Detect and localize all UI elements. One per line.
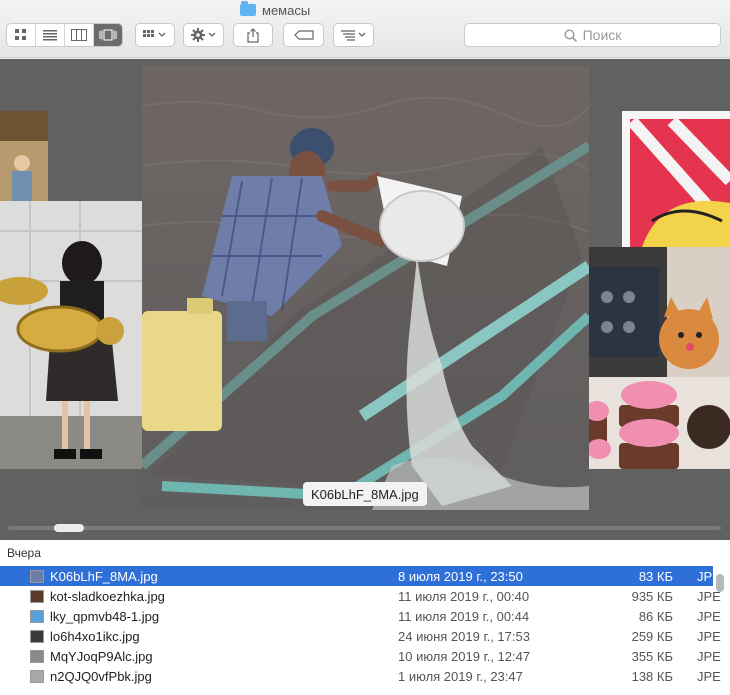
file-thumbnail-icon	[30, 629, 44, 643]
icon-view-icon	[15, 29, 26, 40]
file-thumbnail-icon	[30, 609, 44, 623]
file-size: 86 КБ	[638, 608, 673, 624]
share-icon	[247, 27, 259, 43]
file-name: K06bLhF_8MA.jpg	[50, 568, 158, 584]
column-view-icon	[71, 29, 87, 41]
action-button[interactable]	[183, 23, 224, 47]
file-kind: JPE	[697, 648, 721, 664]
file-date: 10 июля 2019 г., 12:47	[398, 648, 531, 664]
coverflow-area: K06bLhF_8MA.jpg	[0, 59, 730, 540]
search-placeholder: Поиск	[582, 27, 622, 43]
file-row[interactable]: n2QJQ0vfPbk.jpg 1 июля 2019 г., 23:47 13…	[0, 666, 721, 686]
file-thumbnail-icon	[30, 649, 44, 663]
file-kind: JPE	[697, 608, 721, 624]
cover-thumbnail-cartoon[interactable]	[622, 111, 730, 247]
file-date: 24 июня 2019 г., 17:53	[398, 628, 530, 644]
file-size: 259 КБ	[631, 628, 673, 644]
grid-arrange-icon	[143, 30, 166, 37]
column-view-button[interactable]	[65, 24, 94, 46]
finder-toolbar: мемасы Поиск	[0, 0, 730, 58]
coverflow-scrollbar[interactable]	[8, 526, 721, 530]
cover-thumbnail-cupcakes[interactable]	[589, 377, 730, 469]
coverflow-caption: K06bLhF_8MA.jpg	[303, 482, 427, 506]
file-date: 1 июля 2019 г., 23:47	[398, 668, 523, 684]
list-view-button[interactable]	[36, 24, 65, 46]
file-row[interactable]: MqYJoqP9Alc.jpg 10 июля 2019 г., 12:47 3…	[0, 646, 721, 666]
file-date: 11 июля 2019 г., 00:44	[398, 608, 530, 624]
file-size: 355 КБ	[631, 648, 673, 664]
tag-icon	[293, 30, 314, 40]
coverflow-main-image[interactable]	[142, 66, 589, 510]
file-list: Вчера K06bLhF_8MA.jpg 8 июля 2019 г., 23…	[0, 540, 730, 695]
file-name: MqYJoqP9Alc.jpg	[50, 648, 153, 664]
file-list-scrollbar[interactable]	[716, 574, 724, 592]
file-thumbnail-icon	[30, 589, 44, 603]
gear-icon	[190, 28, 215, 42]
search-icon	[564, 28, 577, 42]
file-size: 935 КБ	[631, 588, 673, 604]
share-button[interactable]	[233, 23, 273, 47]
window-title-label: мемасы	[262, 2, 311, 18]
file-date: 11 июля 2019 г., 00:40	[398, 588, 530, 604]
group-header: Вчера	[7, 546, 41, 560]
window-title: мемасы	[240, 1, 310, 19]
file-size: 138 КБ	[631, 668, 673, 684]
search-field[interactable]: Поиск	[464, 23, 721, 47]
cover-thumbnail-kid[interactable]	[0, 111, 48, 201]
coverflow-scroll-thumb[interactable]	[54, 524, 84, 532]
file-name: n2QJQ0vfPbk.jpg	[50, 668, 152, 684]
file-thumbnail-icon	[30, 669, 44, 683]
file-row[interactable]: lo6h4xo1ikc.jpg 24 июня 2019 г., 17:53 2…	[0, 626, 721, 646]
file-kind: JPE	[697, 668, 721, 684]
coverflow-view-button[interactable]	[94, 24, 122, 46]
cover-thumbnail-tuba-girl[interactable]	[0, 201, 142, 469]
file-date: 8 июля 2019 г., 23:50	[398, 568, 523, 584]
icon-view-button[interactable]	[7, 24, 36, 46]
file-size: 83 КБ	[638, 568, 673, 584]
sort-button[interactable]	[333, 23, 374, 47]
file-row[interactable]: K06bLhF_8MA.jpg 8 июля 2019 г., 23:50 83…	[0, 566, 721, 586]
arrange-button[interactable]	[135, 23, 175, 47]
file-name: lky_qpmvb48-1.jpg	[50, 608, 160, 624]
list-view-icon	[43, 29, 57, 40]
file-row[interactable]: lky_qpmvb48-1.jpg 11 июля 2019 г., 00:44…	[0, 606, 721, 626]
tag-button[interactable]	[283, 23, 324, 47]
file-kind: JPE	[697, 628, 721, 644]
sort-icon	[340, 30, 365, 41]
file-row[interactable]: kot-sladkoezhka.jpg 11 июля 2019 г., 00:…	[0, 586, 721, 606]
folder-icon	[240, 1, 256, 16]
file-thumbnail-icon	[30, 569, 44, 583]
file-name: kot-sladkoezhka.jpg	[50, 588, 165, 604]
view-mode-selector	[6, 23, 123, 47]
coverflow-view-icon	[99, 29, 117, 41]
file-name: lo6h4xo1ikc.jpg	[50, 628, 140, 644]
cover-thumbnail-cat[interactable]	[589, 247, 730, 377]
